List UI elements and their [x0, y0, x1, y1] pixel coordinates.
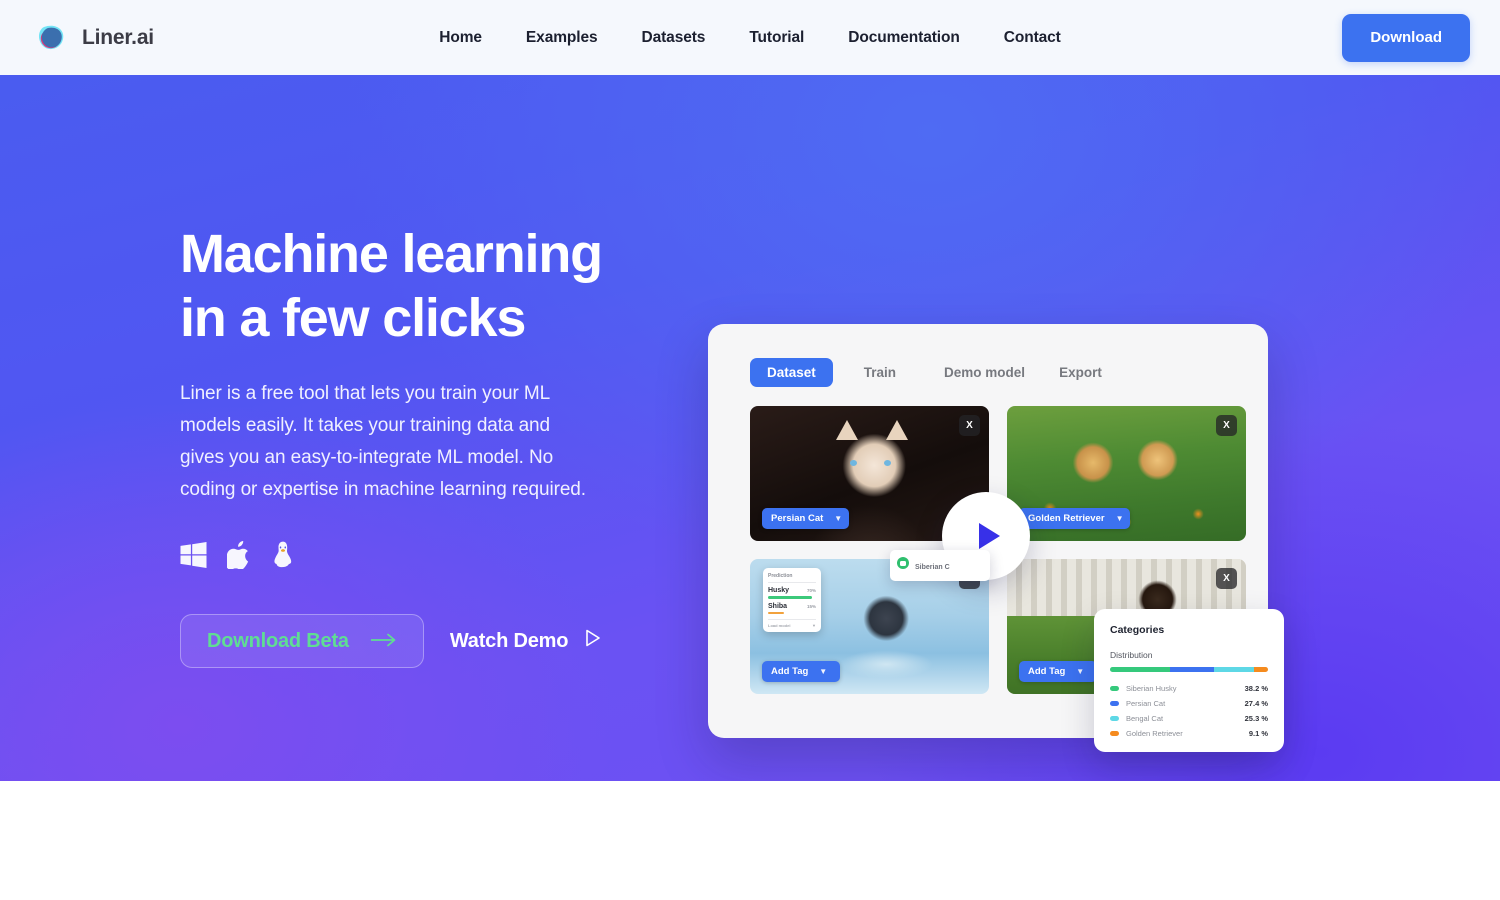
- prediction-title: Prediction: [768, 573, 816, 583]
- main-navigation: Home Examples Datasets Tutorial Document…: [417, 21, 1082, 55]
- image-tag-label: Golden Retriever: [1028, 513, 1105, 524]
- tab-dataset[interactable]: Dataset: [750, 358, 833, 387]
- hero-subtitle: Liner is a free tool that lets you train…: [180, 383, 586, 500]
- chevron-down-icon: ▼: [812, 623, 816, 628]
- chevron-down-icon: ▼: [834, 514, 843, 523]
- tag-badge-icon: [897, 557, 909, 569]
- legend-item: Persian Cat 27.4 %: [1110, 699, 1268, 708]
- brand-name: Liner.ai: [82, 25, 154, 49]
- apple-icon: [225, 541, 251, 574]
- tab-demo-model[interactable]: Demo model: [927, 358, 1042, 387]
- add-tag-label: Add Tag: [1028, 666, 1066, 677]
- prediction-footer[interactable]: Load model ▼: [768, 619, 816, 628]
- legend-swatch: [1110, 701, 1119, 706]
- chevron-down-icon: ▼: [1115, 514, 1124, 523]
- app-tab-bar: Dataset Train Demo model Export: [708, 358, 1268, 387]
- linux-icon: [271, 541, 295, 574]
- prediction-label-2: Shiba: [768, 602, 788, 610]
- header-download-button[interactable]: Download: [1342, 13, 1470, 62]
- nav-item-datasets[interactable]: Datasets: [620, 21, 728, 55]
- distribution-segment-1: [1110, 667, 1171, 672]
- download-beta-button[interactable]: Download Beta: [180, 614, 424, 669]
- add-tag-label: Add Tag: [771, 666, 809, 677]
- play-triangle-icon: [585, 629, 601, 653]
- legend-value: 9.1 %: [1248, 729, 1268, 738]
- nav-item-documentation[interactable]: Documentation: [826, 21, 982, 55]
- legend-value: 38.2 %: [1244, 684, 1268, 693]
- legend-value: 27.4 %: [1244, 699, 1268, 708]
- hero-title-line-1: Machine learning: [180, 224, 603, 284]
- distribution-segment-4: [1253, 667, 1268, 672]
- prediction-pct-2: 15%: [806, 603, 816, 609]
- arrow-right-icon: [370, 630, 397, 653]
- platform-icons: [180, 541, 650, 574]
- image-tag-chip[interactable]: Persian Cat ▼: [762, 508, 850, 529]
- nav-item-home[interactable]: Home: [417, 21, 504, 55]
- prediction-bar-1: [768, 596, 813, 599]
- categories-subtitle: Distribution: [1110, 650, 1153, 660]
- legend-label: Bengal Cat: [1126, 714, 1164, 723]
- remove-image-button[interactable]: X: [1216, 415, 1237, 436]
- hero-title: Machine learning in a few clicks: [180, 223, 650, 350]
- legend-label: Siberian Husky: [1126, 684, 1177, 693]
- chevron-down-icon: ▼: [1076, 667, 1085, 676]
- legend-item: Golden Retriever 9.1 %: [1110, 729, 1268, 738]
- legend-value: 25.3 %: [1244, 714, 1268, 723]
- hero-copy: Machine learning in a few clicks Liner i…: [180, 223, 650, 669]
- legend-swatch: [1110, 716, 1119, 721]
- tab-train[interactable]: Train: [847, 358, 913, 387]
- tag-suggestion-text: Siberian C: [915, 564, 950, 571]
- hero-cta-row: Download Beta Watch Demo: [180, 614, 650, 669]
- site-header: Liner.ai Home Examples Datasets Tutorial…: [0, 0, 1500, 75]
- distribution-segment-3: [1213, 667, 1254, 672]
- remove-image-button[interactable]: X: [1216, 568, 1237, 589]
- hero-title-line-2: in a few clicks: [180, 287, 526, 348]
- liner-logo-icon: [35, 21, 69, 55]
- legend-item: Bengal Cat 25.3 %: [1110, 714, 1268, 723]
- prediction-popup: Prediction Husky 70% Shiba 15% Load mode…: [763, 568, 821, 632]
- tag-suggestion-popup[interactable]: Siberian C: [890, 550, 990, 581]
- brand-logo-group[interactable]: Liner.ai: [35, 21, 154, 55]
- add-tag-chip[interactable]: Add Tag ▼: [1019, 661, 1097, 682]
- watch-demo-label: Watch Demo: [449, 629, 569, 652]
- watch-demo-button[interactable]: Watch Demo: [450, 629, 601, 653]
- nav-item-contact[interactable]: Contact: [982, 21, 1083, 55]
- legend-swatch: [1110, 686, 1119, 691]
- prediction-pct-1: 70%: [806, 588, 816, 593]
- legend-label: Persian Cat: [1126, 699, 1166, 708]
- page-body-below-hero: [0, 781, 1500, 900]
- legend-item: Siberian Husky 38.2 %: [1110, 684, 1268, 693]
- play-triangle-icon: [978, 523, 1000, 549]
- categories-panel: Categories Distribution Siberian Husky 3…: [1094, 609, 1284, 752]
- image-tag-chip[interactable]: Golden Retriever ▼: [1019, 508, 1131, 529]
- categories-legend: Siberian Husky 38.2 % Persian Cat 27.4 %…: [1110, 684, 1268, 738]
- distribution-bar: [1110, 667, 1268, 672]
- prediction-label-1: Husky: [768, 587, 790, 594]
- prediction-footer-label: Load model: [768, 623, 791, 628]
- tab-export[interactable]: Export: [1042, 358, 1119, 387]
- remove-image-button[interactable]: X: [959, 415, 980, 436]
- categories-title: Categories: [1110, 624, 1165, 636]
- add-tag-chip[interactable]: Add Tag ▼: [762, 661, 840, 682]
- dataset-item-golden-retriever[interactable]: X Golden Retriever ▼: [1007, 406, 1246, 541]
- download-beta-label: Download Beta: [207, 629, 349, 652]
- image-tag-label: Persian Cat: [771, 513, 824, 524]
- legend-swatch: [1110, 731, 1119, 736]
- distribution-segment-2: [1170, 667, 1214, 672]
- nav-item-tutorial[interactable]: Tutorial: [727, 21, 826, 55]
- chevron-down-icon: ▼: [819, 667, 828, 676]
- prediction-bar-2: [768, 611, 785, 614]
- nav-item-examples[interactable]: Examples: [504, 21, 620, 55]
- hero-section: Machine learning in a few clicks Liner i…: [0, 75, 1500, 781]
- legend-label: Golden Retriever: [1126, 729, 1183, 738]
- windows-icon: [180, 542, 207, 573]
